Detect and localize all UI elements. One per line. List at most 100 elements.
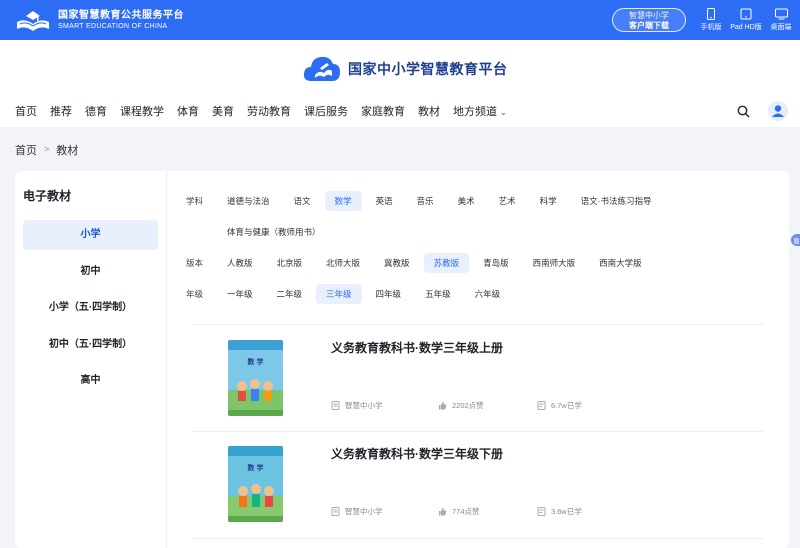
document-icon (331, 401, 340, 410)
book-cover-image (228, 340, 283, 416)
platform-logo[interactable]: 国家智慧教育公共服务平台 SMART EDUCATION OF CHINA (14, 7, 184, 33)
filter-label-subject: 学科 (186, 196, 204, 206)
sidebar-item-junior-54[interactable]: 初中（五·四学制） (23, 330, 158, 360)
device-tablet-label: Pad HD版 (730, 24, 762, 31)
download-line2: 客户端下载 (629, 21, 669, 30)
chip-edition[interactable]: 青岛版 (473, 253, 519, 273)
site-header: 国家中小学智慧教育平台 首页 推荐 德育 课程教学 体育 美育 劳动教育 课后服… (0, 40, 800, 127)
device-tablet[interactable]: Pad HD版 (729, 8, 763, 32)
chip-grade[interactable]: 五年级 (415, 284, 461, 304)
learners-text: 3.6w已学 (551, 507, 582, 516)
chip-subject[interactable]: 美术 (448, 191, 485, 211)
nav-item-region[interactable]: 地方频道 ⌄ (453, 103, 507, 119)
book-cover[interactable]: 数 学 (228, 446, 283, 522)
book-card[interactable]: 数 学 义务教育教科书·数学三年级上册 智慧中小学 2202点赞 6.7w已学 (192, 326, 763, 432)
chip-edition[interactable]: 人教版 (217, 253, 263, 273)
logo-title-en: SMART EDUCATION OF CHINA (58, 22, 168, 30)
chip-subject[interactable]: 音乐 (407, 191, 444, 211)
book-publisher: 智慧中小学 (331, 506, 383, 517)
nav-item-courses[interactable]: 课程教学 (120, 103, 164, 119)
nav-region-label: 地方频道 (453, 106, 497, 118)
chip-grade[interactable]: 六年级 (465, 284, 511, 304)
book-likes: 774点赞 (438, 506, 480, 517)
sidebar-item-senior[interactable]: 高中 (23, 366, 158, 396)
book-read-icon (537, 401, 546, 410)
breadcrumb-current: 教材 (56, 145, 79, 157)
top-bar: 国家智慧教育公共服务平台 SMART EDUCATION OF CHINA 智慧… (0, 0, 800, 40)
book-cover-image (228, 446, 283, 522)
chip-subject-active[interactable]: 数学 (324, 191, 362, 211)
user-icon (772, 105, 784, 117)
phone-icon (707, 8, 715, 20)
divider (192, 324, 763, 325)
sidebar-item-junior[interactable]: 初中 (23, 257, 158, 287)
filter-label-edition: 版本 (186, 258, 204, 268)
chip-grade-active[interactable]: 三年级 (316, 284, 362, 304)
nav-item-labor[interactable]: 劳动教育 (247, 103, 291, 119)
chip-edition[interactable]: 北京版 (267, 253, 313, 273)
logo-title-cn: 国家智慧教育公共服务平台 (58, 9, 184, 21)
book-learners: 3.6w已学 (537, 506, 582, 517)
chip-grade[interactable]: 二年级 (267, 284, 313, 304)
book-likes: 2202点赞 (438, 400, 484, 411)
device-desktop[interactable]: 桌面端 (764, 8, 798, 32)
chip-subject[interactable]: 语文 (284, 191, 321, 211)
chip-edition[interactable]: 冀教版 (374, 253, 420, 273)
chip-edition-active[interactable]: 苏教版 (423, 253, 470, 273)
learners-text: 6.7w已学 (551, 401, 582, 410)
breadcrumb-home[interactable]: 首页 (15, 142, 37, 158)
nav-item-sports[interactable]: 体育 (177, 103, 199, 119)
chip-edition[interactable]: 北师大版 (316, 253, 370, 273)
document-icon (331, 507, 340, 516)
nav-item-recommend[interactable]: 推荐 (50, 103, 72, 119)
chip-edition[interactable]: 西南师大版 (523, 253, 586, 273)
sidebar-item-primary-54[interactable]: 小学（五·四学制） (23, 293, 158, 323)
divider (192, 538, 763, 539)
book-title[interactable]: 义务教育教科书·数学三年级上册 (331, 339, 503, 356)
publisher-text: 智慧中小学 (345, 401, 383, 410)
likes-text: 2202点赞 (452, 401, 484, 410)
nav-item-afterschool[interactable]: 课后服务 (304, 103, 348, 119)
user-avatar-button[interactable] (768, 101, 788, 121)
device-phone[interactable]: 手机版 (694, 8, 728, 32)
menu-lines-icon (794, 238, 799, 244)
filter-area: 学科 道德与法治 语文 数学 英语 音乐 美术 艺术 科学 语文·书法练习指导 … (186, 191, 786, 315)
filter-row-subject-2: 体育与健康（教师用书） (186, 222, 786, 253)
sidebar-title: 电子教材 (23, 189, 72, 203)
chevron-down-icon: ⌄ (500, 108, 507, 117)
chip-subject[interactable]: 科学 (530, 191, 567, 211)
chip-grade[interactable]: 四年级 (366, 284, 412, 304)
thumbs-up-icon (439, 401, 447, 410)
device-desktop-label: 桌面端 (770, 24, 792, 31)
book-cover-text: 数 学 (247, 465, 264, 472)
publisher-text: 智慧中小学 (345, 507, 383, 516)
chip-subject[interactable]: 道德与法治 (217, 191, 280, 211)
chip-grade[interactable]: 一年级 (217, 284, 263, 304)
thumbs-up-icon (439, 507, 447, 516)
chip-subject[interactable]: 体育与健康（教师用书） (217, 222, 331, 242)
book-read-icon (537, 507, 546, 516)
chip-subject[interactable]: 语文·书法练习指导 (571, 191, 662, 211)
grade-chips: 一年级 二年级 三年级 四年级 五年级 六年级 (217, 284, 514, 304)
client-download-button[interactable]: 智慧中小学 客户端下载 (612, 8, 686, 32)
book-publisher: 智慧中小学 (331, 400, 383, 411)
search-icon[interactable] (737, 105, 750, 118)
nav-item-family[interactable]: 家庭教育 (361, 103, 405, 119)
brand[interactable]: 国家中小学智慧教育平台 (302, 54, 508, 84)
main-nav: 首页 推荐 德育 课程教学 体育 美育 劳动教育 课后服务 家庭教育 教材 地方… (15, 103, 520, 119)
book-title[interactable]: 义务教育教科书·数学三年级下册 (331, 445, 503, 462)
chip-edition[interactable]: 西南大学版 (589, 253, 652, 273)
cloud-logo-icon (303, 56, 340, 81)
desktop-icon (774, 8, 788, 20)
nav-item-arts[interactable]: 美育 (212, 103, 234, 119)
nav-item-moral[interactable]: 德育 (85, 103, 107, 119)
book-cover[interactable]: 数 学 (228, 340, 283, 416)
nav-item-textbooks[interactable]: 教材 (418, 103, 440, 119)
sidebar-item-primary[interactable]: 小学 (23, 220, 158, 250)
book-logo-icon (17, 11, 49, 31)
chip-subject[interactable]: 英语 (366, 191, 403, 211)
book-card[interactable]: 数 学 义务教育教科书·数学三年级下册 智慧中小学 774点赞 3.6w已学 (192, 432, 763, 538)
nav-item-home[interactable]: 首页 (15, 103, 37, 119)
side-float-button[interactable] (791, 234, 800, 246)
chip-subject[interactable]: 艺术 (489, 191, 526, 211)
